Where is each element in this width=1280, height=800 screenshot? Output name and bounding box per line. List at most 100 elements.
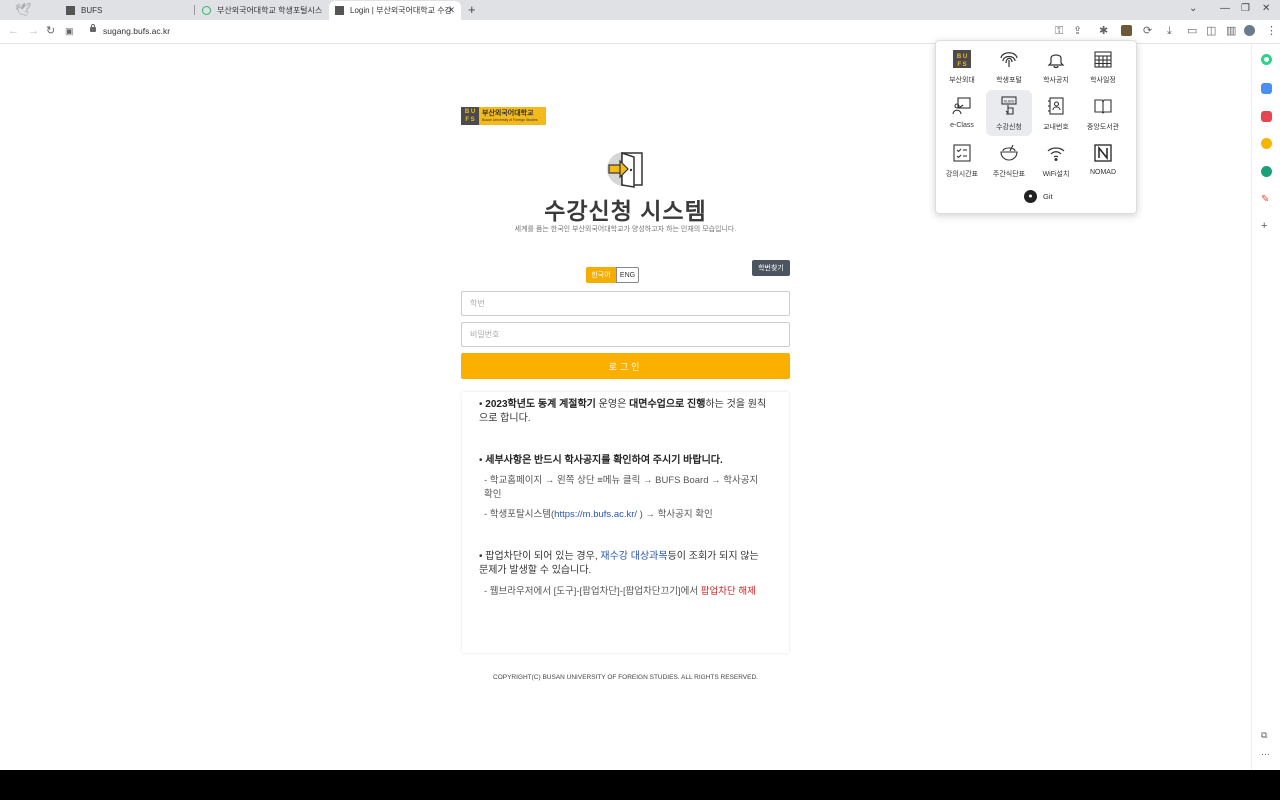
- address-bar[interactable]: sugang.bufs.ac.kr: [103, 26, 170, 36]
- bowl-icon: [1000, 144, 1018, 161]
- password-input[interactable]: [461, 322, 790, 347]
- menu-item-eclass[interactable]: e-Class: [939, 90, 985, 136]
- calendar-icon: [1094, 51, 1112, 68]
- restore-button[interactable]: ❐: [1241, 3, 1250, 14]
- sidebar-external-icon[interactable]: ⧉: [1261, 730, 1272, 741]
- book-icon: [1094, 99, 1112, 114]
- tab-separator: [194, 5, 195, 15]
- lang-korean-button[interactable]: 한국어: [586, 267, 616, 283]
- notice-item-popup: • 팝업차단이 되어 있는 경우, 재수강 대상과목등이 조회가 되지 않는 문…: [479, 551, 759, 576]
- back-icon[interactable]: ←: [8, 25, 19, 37]
- tab-title: BUFS: [81, 6, 103, 15]
- git-label: Git: [1043, 192, 1053, 201]
- svg-text:SUBS: SUBS: [1004, 99, 1015, 104]
- menu-item-notices[interactable]: 학사공지: [1033, 43, 1079, 89]
- extension-menu: B U F S 부산외대 학생포털 학사공지 학사일정 e-Class SUBS …: [935, 40, 1137, 214]
- browser-window: 🕊 BUFS 부산외국어대학교 학생포털시스 Login | 부산외국어대학교 …: [0, 0, 1280, 770]
- menu-item-label: 주간식단표: [992, 171, 1026, 178]
- logo-letters-bottom: F S: [465, 117, 475, 123]
- menu-item-library[interactable]: 중앙도서관: [1080, 90, 1126, 136]
- sidepanel-icon[interactable]: ▥: [1226, 25, 1236, 37]
- logo-letters-top: B U: [464, 109, 476, 115]
- more-menu-icon[interactable]: ⋮: [1266, 25, 1277, 37]
- menu-item-timetable[interactable]: 강의시간표: [939, 137, 985, 183]
- teacher-board-icon: [952, 97, 971, 115]
- login-button[interactable]: 로그인: [461, 353, 790, 379]
- sidebar-pen-icon[interactable]: ✎: [1261, 194, 1272, 205]
- lang-english-button[interactable]: ENG: [616, 267, 639, 283]
- tab-title: 부산외국어대학교 학생포털시스: [217, 6, 323, 15]
- language-toggle: 한국어 ENG: [586, 267, 639, 283]
- menu-item-git[interactable]: ● Git: [1024, 190, 1053, 203]
- copyright-text: COPYRIGHT(C) BUSAN UNIVERSITY OF FOREIGN…: [493, 674, 758, 681]
- reload-icon[interactable]: ↻: [46, 25, 55, 37]
- find-student-id-button[interactable]: 학번찾기: [752, 260, 790, 276]
- bird-icon: 🕊: [15, 2, 32, 17]
- student-id-input[interactable]: [461, 291, 790, 316]
- browser-sidebar: ✎ + ⧉ ⋯: [1251, 44, 1280, 770]
- notice-bold-text: 세부사항은 반드시 학사공지를 확인하여 주시기 바랍니다.: [485, 455, 723, 466]
- close-tab-icon[interactable]: ✕: [447, 5, 455, 16]
- checklist-icon: [953, 144, 971, 162]
- download-icon[interactable]: ⤓: [1167, 25, 1172, 37]
- notice-text: 팝업차단이 되어 있는 경우,: [485, 551, 601, 562]
- menu-item-label: 학생포털: [996, 77, 1022, 84]
- portal-link[interactable]: https://m.bufs.ac.kr/: [554, 509, 637, 520]
- lock-icon: [90, 24, 96, 32]
- bufs-extension-icon[interactable]: [1121, 25, 1132, 36]
- menu-item-menu[interactable]: 주간식단표: [986, 137, 1032, 183]
- notice-item-details: • 세부사항은 반드시 학사공지를 확인하여 주시기 바랍니다.: [479, 455, 723, 466]
- menu-item-label: 부산외대: [949, 77, 975, 84]
- key-icon[interactable]: ⚿: [1055, 25, 1063, 37]
- retake-courses-link[interactable]: 재수강 대상과목: [600, 551, 667, 562]
- sidebar-star-icon[interactable]: [1261, 138, 1272, 149]
- menu-item-student-portal[interactable]: 학생포털: [986, 43, 1032, 89]
- notice-panel: • 2023학년도 동계 계절학기 운영은 대면수업으로 진행하는 것을 원칙으…: [462, 392, 789, 653]
- menu-item-label: 중앙도서관: [1086, 124, 1120, 131]
- extensions-icon[interactable]: ✱: [1099, 25, 1108, 37]
- share-icon[interactable]: ⇪: [1073, 25, 1082, 37]
- sidebar-more-icon[interactable]: ⋯: [1261, 749, 1272, 760]
- sidebar-chat-icon[interactable]: [1261, 54, 1272, 65]
- close-window-button[interactable]: ✕: [1262, 3, 1270, 14]
- tab-login[interactable]: Login | 부산외국어대학교 수강 ✕: [329, 1, 461, 20]
- menu-item-label: 수강신청: [996, 124, 1022, 131]
- notice-sub-portal: - 학생포탈시스템(https://m.bufs.ac.kr/ ) → 학사공지…: [484, 508, 764, 522]
- notice-bold-text: 대면수업으로 진행: [629, 399, 706, 410]
- menu-item-label: 교내번호: [1043, 124, 1069, 131]
- contact-book-icon: [1048, 97, 1064, 115]
- menu-item-phone[interactable]: 교내번호: [1033, 90, 1079, 136]
- notice-sub-popup: - 웹브라우저에서 [도구]-[팝업차단]-[팝업차단끄기]에서 팝업차단 해제: [484, 585, 764, 599]
- menu-item-label: 학사일정: [1090, 77, 1116, 84]
- logo-name: 부산외국어대학교: [482, 109, 534, 117]
- forward-icon[interactable]: →: [28, 25, 39, 37]
- sidebar-add-icon[interactable]: +: [1261, 221, 1272, 232]
- puzzle-icon[interactable]: ⟳: [1143, 25, 1152, 37]
- sidebar-edge-icon[interactable]: [1261, 166, 1272, 177]
- bufs-logo[interactable]: B U F S 부산외국어대학교 Busan University of For…: [461, 107, 546, 125]
- tab-title: Login | 부산외국어대학교 수강: [350, 6, 452, 15]
- sidebar-bag-icon[interactable]: [1261, 83, 1272, 94]
- sidebar-pocket-icon[interactable]: [1261, 111, 1272, 122]
- menu-item-wifi[interactable]: WiFi설치: [1033, 137, 1079, 183]
- bell-icon: [1047, 54, 1065, 69]
- menu-item-bufs[interactable]: B U F S 부산외대: [939, 43, 985, 89]
- new-tab-button[interactable]: +: [468, 2, 476, 17]
- media-icon[interactable]: ▭: [1187, 25, 1197, 37]
- screenshot-icon[interactable]: ◫: [1206, 25, 1216, 37]
- tab-bufs[interactable]: BUFS: [60, 1, 192, 20]
- tab-search-icon[interactable]: ⌄: [1189, 3, 1197, 14]
- enroll-click-icon: SUBS: [1001, 96, 1017, 115]
- menu-item-label: 학사공지: [1043, 77, 1069, 84]
- notice-text: - 웹브라우저에서 [도구]-[팝업차단]-[팝업차단끄기]에서: [484, 586, 701, 597]
- notice-text: ) → 학사공지 확인: [637, 509, 713, 520]
- notion-ext-icon[interactable]: ▣: [65, 25, 74, 37]
- profile-avatar[interactable]: [1244, 25, 1255, 36]
- tab-student-portal[interactable]: 부산외국어대학교 학생포털시스: [196, 1, 326, 20]
- notice-text: 운영은: [595, 399, 630, 410]
- menu-item-calendar[interactable]: 학사일정: [1080, 43, 1126, 89]
- menu-item-enrollment[interactable]: SUBS 수강신청: [986, 90, 1032, 136]
- minimize-button[interactable]: —: [1220, 3, 1230, 14]
- menu-item-label: e-Class: [950, 122, 974, 129]
- menu-item-nomad[interactable]: NOMAD: [1080, 137, 1126, 183]
